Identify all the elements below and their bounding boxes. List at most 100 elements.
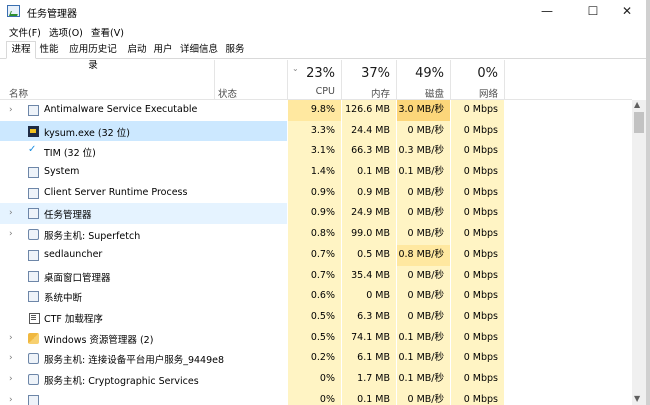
- scroll-up-arrow-icon[interactable]: ▲: [634, 100, 640, 109]
- process-row[interactable]: › 服务主机: 连接设备平台用户服务_9449e8 0.2% 6.1 MB 0.1 MB…: [0, 348, 632, 369]
- memory-value: 6.3 MB: [341, 306, 396, 328]
- process-status: [215, 183, 287, 204]
- process-name: Windows 资源管理器 (2): [44, 334, 154, 346]
- process-row[interactable]: ✓ TIM (32 位) 3.1% 66.3 MB 0.3 MB/秒 0 Mbps: [0, 141, 632, 163]
- memory-value: 0.5 MB: [341, 244, 396, 266]
- process-row[interactable]: System 1.4% 0.1 MB 0.1 MB/秒 0 Mbps: [0, 162, 632, 183]
- kysum-app-icon: [28, 125, 39, 137]
- disk-value: 0 MB/秒: [396, 182, 450, 204]
- scrollbar-thumb[interactable]: [634, 112, 644, 133]
- disk-value: 3.0 MB/秒: [396, 100, 450, 121]
- disk-value: 0.1 MB/秒: [396, 368, 450, 390]
- service-window-icon: [28, 105, 39, 116]
- process-row[interactable]: › Windows 资源管理器 (2) 0.5% 74.1 MB 0.1 MB/秒 0 M…: [0, 327, 632, 349]
- menu-view[interactable]: 查看(V): [91, 25, 124, 39]
- system-window-icon: [28, 167, 39, 179]
- tab-performance[interactable]: 性能: [36, 41, 62, 59]
- vertical-scrollbar[interactable]: ▲ ▼: [632, 100, 646, 405]
- cpu-value: 3.1%: [287, 141, 341, 163]
- process-name: 服务主机: Cryptographic Services: [44, 375, 199, 387]
- cpu-value: 0.9%: [287, 182, 341, 204]
- column-memory-header[interactable]: 37% 内存: [341, 60, 396, 100]
- column-status-header[interactable]: 状态: [218, 86, 237, 100]
- column-name-header[interactable]: 名称: [9, 86, 28, 100]
- column-disk-header[interactable]: 49% 磁盘: [396, 60, 450, 100]
- disk-value: 0.1 MB/秒: [396, 327, 450, 349]
- task-manager-icon: [28, 208, 39, 220]
- tab-users[interactable]: 用户: [150, 41, 176, 59]
- tab-services[interactable]: 服务: [222, 41, 248, 59]
- cpu-label: CPU: [315, 86, 335, 97]
- process-row[interactable]: kysum.exe (32 位) 3.3% 24.4 MB 0 MB/秒 0 Mbps: [0, 120, 632, 142]
- network-label: 网络: [478, 89, 498, 100]
- memory-value: 126.6 MB: [341, 100, 396, 121]
- expand-chevron-icon[interactable]: ›: [9, 229, 13, 239]
- system-window-icon: [28, 291, 39, 303]
- process-status: [215, 120, 287, 142]
- process-name: System: [44, 166, 80, 178]
- tab-app-history[interactable]: 应用历史记录: [62, 41, 124, 71]
- disk-value: 0 MB/秒: [396, 286, 450, 307]
- cpu-value: 0.9%: [287, 203, 341, 225]
- close-button[interactable]: ✕: [604, 0, 650, 23]
- memory-value: 1.7 MB: [341, 368, 396, 390]
- cpu-value: 0%: [287, 368, 341, 390]
- tab-processes[interactable]: 进程: [6, 41, 36, 59]
- expand-chevron-icon[interactable]: ›: [9, 208, 13, 218]
- memory-value: 99.0 MB: [341, 224, 396, 245]
- tab-details[interactable]: 详细信息: [176, 41, 222, 59]
- memory-value: 66.3 MB: [341, 141, 396, 163]
- process-status: [215, 348, 287, 369]
- disk-value: 0 MB/秒: [396, 203, 450, 225]
- cpu-value: 0.5%: [287, 306, 341, 328]
- memory-value: 0.9 MB: [341, 182, 396, 204]
- process-row[interactable]: 桌面窗口管理器 0.7% 35.4 MB 0 MB/秒 0 Mbps: [0, 265, 632, 287]
- gear-icon: [28, 229, 39, 241]
- menu-options[interactable]: 选项(O): [49, 25, 83, 39]
- process-row[interactable]: › 任务管理器 0.9% 24.9 MB 0 MB/秒 0 Mbps: [0, 203, 632, 225]
- cpu-value: 3.3%: [287, 120, 341, 142]
- process-row[interactable]: CTF 加载程序 0.5% 6.3 MB 0 MB/秒 0 Mbps: [0, 306, 632, 328]
- process-row[interactable]: › Antimalware Service Executable 9.8% 126.6…: [0, 100, 632, 121]
- column-divider[interactable]: [214, 60, 215, 100]
- menu-file[interactable]: 文件(F): [9, 25, 41, 39]
- column-network-header[interactable]: 0% 网络: [450, 60, 504, 100]
- menu-bar: 文件(F) 选项(O) 查看(V): [0, 23, 650, 40]
- process-row[interactable]: › 服务主机: Superfetch 0.8% 99.0 MB 0 MB/秒 0 Mbps: [0, 224, 632, 245]
- memory-value: 24.9 MB: [341, 203, 396, 225]
- column-cpu-header[interactable]: 23% CPU: [287, 60, 341, 100]
- scroll-down-arrow-icon[interactable]: ▼: [634, 394, 640, 403]
- system-window-icon: [28, 394, 39, 405]
- process-status: [215, 286, 287, 307]
- network-value: 0 Mbps: [450, 203, 504, 225]
- process-row[interactable]: › 服务主机: Cryptographic Services 0% 1.7 MB 0.1…: [0, 368, 632, 390]
- expand-chevron-icon[interactable]: ›: [9, 395, 13, 405]
- window-title: 任务管理器: [27, 9, 77, 20]
- network-total: 0%: [477, 66, 498, 81]
- column-divider[interactable]: [504, 60, 505, 100]
- disk-total: 49%: [415, 66, 444, 81]
- process-name: sedlauncher: [44, 248, 103, 260]
- tab-startup[interactable]: 启动: [124, 41, 150, 59]
- disk-value: 0 MB/秒: [396, 265, 450, 287]
- expand-chevron-icon[interactable]: ›: [9, 374, 13, 384]
- disk-value: 0 MB/秒: [396, 120, 450, 142]
- expand-chevron-icon[interactable]: ›: [9, 333, 13, 343]
- cpu-value: 0.7%: [287, 265, 341, 287]
- title-bar: 任务管理器 — ☐ ✕: [0, 0, 650, 23]
- cpu-value: 9.8%: [287, 100, 341, 121]
- disk-value: 0 MB/秒: [396, 306, 450, 328]
- cpu-value: 0.8%: [287, 224, 341, 245]
- system-window-icon: [28, 270, 39, 282]
- minimize-button[interactable]: —: [524, 0, 570, 23]
- expand-chevron-icon[interactable]: ›: [9, 105, 13, 115]
- disk-value: 0.1 MB/秒: [396, 162, 450, 183]
- process-row[interactable]: sedlauncher 0.7% 0.5 MB 0.8 MB/秒 0 Mbps: [0, 244, 632, 266]
- process-name: CTF 加载程序: [44, 313, 103, 325]
- process-row[interactable]: 系统中断 0.6% 0 MB 0 MB/秒 0 Mbps: [0, 286, 632, 307]
- process-name: Antimalware Service Executable: [44, 104, 198, 115]
- expand-chevron-icon[interactable]: ›: [9, 353, 13, 363]
- process-row[interactable]: › 0% 0.1 MB 0 MB/秒 0 Mbps: [0, 389, 632, 405]
- process-row[interactable]: Client Server Runtime Process 0.9% 0.9 MB 0…: [0, 182, 632, 204]
- cpu-value: 0.2%: [287, 348, 341, 369]
